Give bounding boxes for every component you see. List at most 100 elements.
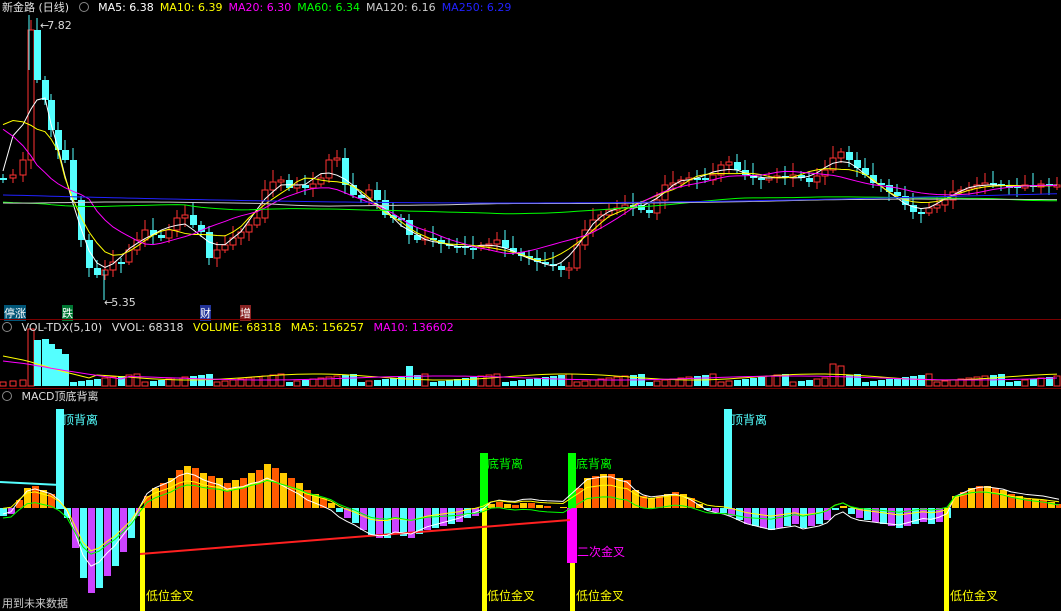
price-chart[interactable] — [0, 0, 1061, 318]
low-cross-bar — [944, 508, 949, 611]
volume-bar — [510, 381, 517, 386]
candle-body — [565, 267, 573, 271]
macd-bar — [800, 508, 807, 528]
candle-body — [918, 212, 925, 214]
volume-bar — [613, 376, 621, 387]
candle-body — [286, 180, 293, 188]
volume-bar — [605, 377, 613, 387]
candle-body — [365, 189, 373, 199]
dea-line — [2, 479, 1060, 552]
macd-bar — [392, 508, 399, 534]
candle-body — [277, 179, 285, 183]
macd-bar — [208, 476, 215, 508]
volume-bar — [78, 381, 85, 386]
macd-bar — [360, 508, 367, 530]
volume-bar — [813, 378, 821, 387]
volume-bar — [878, 380, 885, 386]
volume-bar — [150, 381, 157, 386]
volume-bar — [221, 380, 229, 387]
ma-legend-item: MA60: 6.34 — [297, 1, 360, 14]
label-bottom-div-1: 底背离 — [487, 457, 524, 471]
macd-bar — [272, 468, 279, 508]
volume-bar — [581, 380, 589, 387]
settings-icon[interactable] — [2, 322, 12, 332]
volume-bar — [990, 375, 997, 386]
volume-bar — [493, 373, 501, 387]
settings-icon[interactable] — [78, 2, 89, 12]
volume-bar — [446, 380, 453, 386]
volume-bar — [286, 382, 293, 386]
high-price: 7.82 — [47, 19, 72, 32]
volume-bar — [526, 379, 533, 386]
volume-bar — [141, 381, 149, 387]
volume-bar — [621, 375, 629, 387]
macd-name: MACD顶底背离 — [21, 390, 99, 403]
volume-bar — [789, 381, 797, 387]
macd-bar — [808, 508, 815, 526]
candle-body — [558, 266, 565, 270]
price-panel[interactable]: 新金路 (日线) MA5: 6.38 MA10: 6.39 MA20: 6.30 MA… — [0, 0, 1061, 321]
macd-bar — [488, 504, 495, 508]
candle-body — [0, 178, 7, 180]
volume-bar — [133, 373, 141, 387]
volume-bar — [661, 379, 669, 387]
vol-ma5: MA5: 156257 — [290, 321, 365, 334]
stock-title: 新金路 (日线) — [2, 1, 70, 14]
macd-bar — [224, 483, 231, 508]
ma-legend: MA5: 6.38 MA10: 6.39 MA20: 6.30 MA60: 6.34 M… — [98, 1, 517, 14]
candle-body — [317, 177, 325, 185]
candle-body — [925, 207, 933, 214]
low-cross-bar — [140, 508, 145, 611]
volume-bar — [1030, 379, 1037, 386]
volume-panel[interactable]: VOL-TDX(5,10) VVOL: 68318 VOLUME: 68318 … — [0, 320, 1061, 388]
volume-bar — [646, 382, 653, 386]
macd-bar — [512, 505, 519, 508]
volume-bar — [382, 379, 389, 386]
volume-bar — [837, 365, 845, 387]
ma-legend-item: MA10: 6.39 — [159, 1, 223, 14]
macd-bar — [280, 473, 287, 508]
volume-bar — [48, 344, 55, 386]
volume-bar — [502, 382, 509, 386]
label-second-cross: 二次金叉 — [577, 545, 626, 559]
volume-bar — [0, 381, 7, 387]
volume-bar — [253, 376, 261, 387]
volume-bar — [365, 380, 373, 387]
candle-body — [34, 30, 41, 80]
volume-bar — [430, 382, 437, 386]
high-label: ←7.82 — [40, 19, 72, 32]
candle-body — [42, 80, 49, 100]
settings-icon[interactable] — [2, 391, 12, 401]
volume-bar — [9, 380, 17, 387]
volume-bar — [653, 380, 661, 387]
vol-ma5-line — [2, 355, 1058, 381]
candle-body — [837, 151, 845, 159]
volume-bar — [229, 379, 237, 387]
volume-bar — [558, 375, 565, 386]
volume-bar — [717, 381, 725, 387]
macd-chart[interactable] — [0, 389, 1061, 611]
macd-bar — [976, 486, 983, 508]
volume-bar — [302, 380, 309, 386]
volume-bar — [821, 377, 829, 387]
volume-bar — [477, 375, 485, 387]
macd-legend: MACD顶底背离 — [2, 390, 104, 404]
macd-bar — [0, 508, 7, 516]
macd-bar — [192, 468, 199, 508]
macd-bar — [592, 476, 599, 508]
macd-bar — [336, 508, 343, 512]
volume-bar — [374, 380, 381, 386]
macd-bar — [216, 478, 223, 508]
candle-body — [646, 210, 653, 213]
macd-bar — [368, 508, 375, 536]
macd-bar — [288, 478, 295, 508]
macd-bar — [648, 498, 655, 508]
volume-bar — [702, 375, 709, 386]
macd-bar — [248, 473, 255, 508]
volume-bar — [27, 328, 35, 387]
macd-bar — [832, 508, 839, 510]
candle-body — [221, 244, 229, 251]
macd-bar — [584, 478, 591, 508]
macd-panel[interactable]: MACD顶底背离 顶背离 顶背离 底背离 底背离 低位金叉 低位金叉 低位金叉 … — [0, 389, 1061, 611]
candle-body — [813, 175, 821, 183]
